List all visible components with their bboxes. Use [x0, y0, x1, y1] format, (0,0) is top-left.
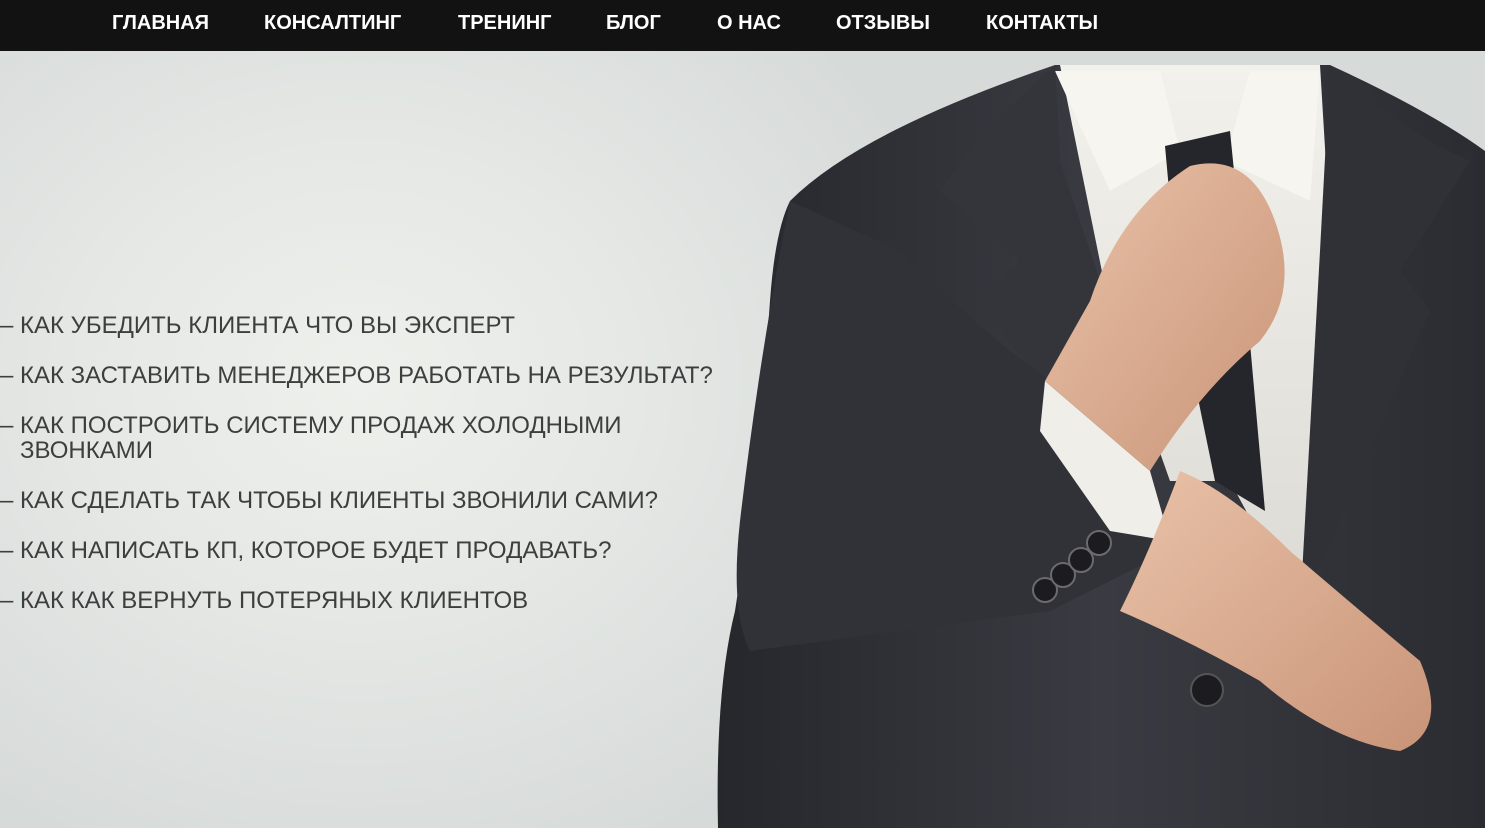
- question-item: – КАК КАК ВЕРНУТЬ ПОТЕРЯНЫХ КЛИЕНТОВ: [0, 588, 720, 613]
- top-navigation: ГЛАВНАЯ КОНСАЛТИНГ ТРЕНИНГ БЛОГ О НАС ОТ…: [0, 0, 1485, 51]
- question-text: КАК СДЕЛАТЬ ТАК ЧТОБЫ КЛИЕНТЫ ЗВОНИЛИ СА…: [20, 487, 659, 514]
- question-item: – КАК ЗАСТАВИТЬ МЕНЕДЖЕРОВ РАБОТАТЬ НА РЕ…: [0, 363, 720, 388]
- nav-item-about[interactable]: О НАС: [717, 11, 781, 35]
- question-item: – КАК ПОСТРОИТЬ СИСТЕМУ ПРОДАЖ ХОЛОДНЫМИ …: [0, 413, 660, 463]
- question-text: КАК НАПИСАТЬ КП, КОТОРОЕ БУДЕТ ПРОДАВАТЬ…: [20, 537, 612, 564]
- nav-item-home[interactable]: ГЛАВНАЯ: [112, 11, 209, 35]
- bullet-dash: –: [0, 487, 14, 514]
- question-text: КАК ПОСТРОИТЬ СИСТЕМУ ПРОДАЖ ХОЛОДНЫМИ З…: [20, 412, 622, 464]
- hero-banner: – КАК УБЕДИТЬ КЛИЕНТА ЧТО ВЫ ЭКСПЕРТ – КАК…: [0, 51, 1485, 828]
- bullet-dash: –: [0, 587, 14, 614]
- question-text: КАК ЗАСТАВИТЬ МЕНЕДЖЕРОВ РАБОТАТЬ НА РЕЗ…: [20, 362, 713, 389]
- nav-item-consulting[interactable]: КОНСАЛТИНГ: [264, 11, 401, 35]
- question-item: – КАК УБЕДИТЬ КЛИЕНТА ЧТО ВЫ ЭКСПЕРТ: [0, 313, 720, 338]
- nav-item-blog[interactable]: БЛОГ: [606, 11, 661, 35]
- question-item: – КАК НАПИСАТЬ КП, КОТОРОЕ БУДЕТ ПРОДАВАТ…: [0, 538, 720, 563]
- bullet-dash: –: [0, 412, 14, 439]
- question-text: КАК КАК ВЕРНУТЬ ПОТЕРЯНЫХ КЛИЕНТОВ: [20, 587, 529, 614]
- question-text: КАК УБЕДИТЬ КЛИЕНТА ЧТО ВЫ ЭКСПЕРТ: [20, 312, 516, 339]
- bullet-dash: –: [0, 312, 14, 339]
- question-item: – КАК СДЕЛАТЬ ТАК ЧТОБЫ КЛИЕНТЫ ЗВОНИЛИ С…: [0, 488, 720, 513]
- bullet-dash: –: [0, 362, 14, 389]
- bullet-dash: –: [0, 537, 14, 564]
- nav-item-reviews[interactable]: ОТЗЫВЫ: [836, 11, 930, 35]
- nav-item-training[interactable]: ТРЕНИНГ: [458, 11, 552, 35]
- nav-item-contacts[interactable]: КОНТАКТЫ: [986, 11, 1098, 35]
